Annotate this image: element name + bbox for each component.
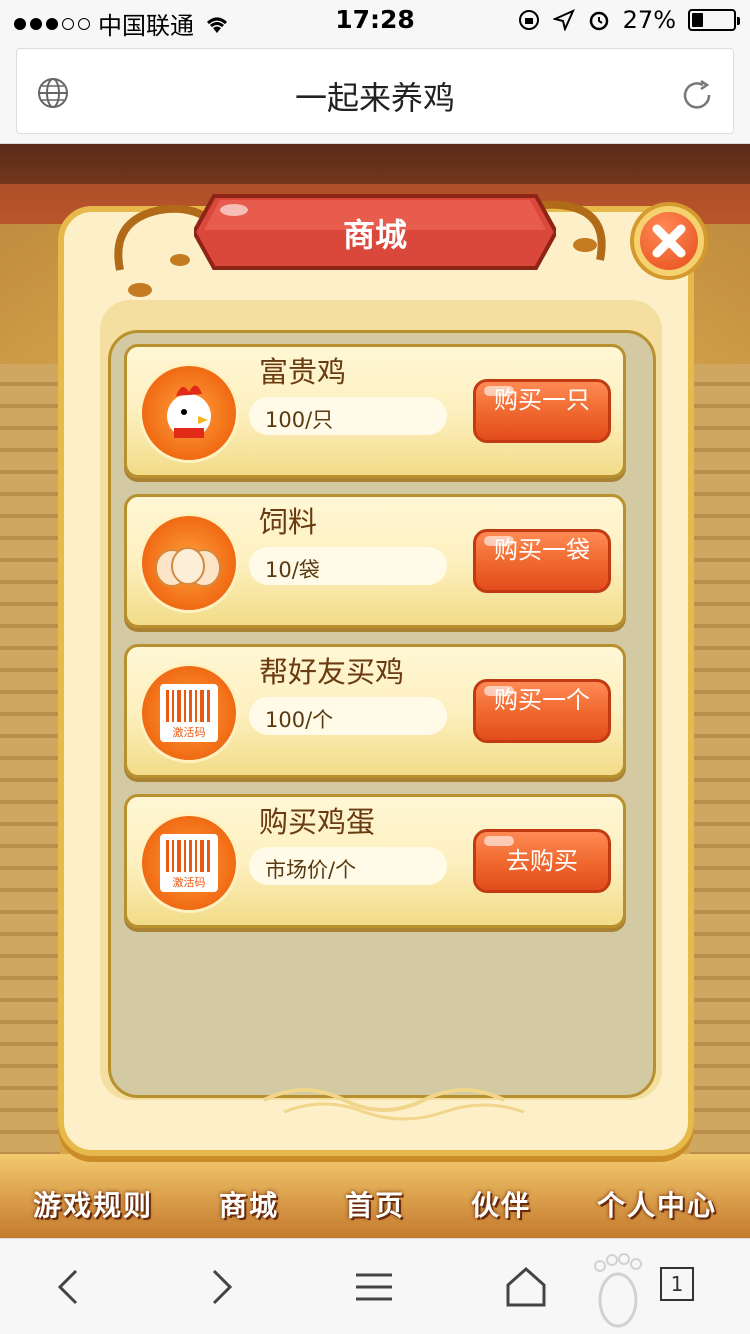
battery-icon <box>688 9 740 31</box>
modal-title: 商城 <box>342 216 407 254</box>
close-button[interactable] <box>630 202 708 280</box>
nav-profile[interactable]: 个人中心 <box>597 1184 717 1224</box>
close-icon <box>652 224 686 258</box>
buy-button[interactable]: 购买一只 <box>473 379 611 443</box>
alarm-icon <box>589 11 608 31</box>
reload-icon[interactable] <box>679 77 715 113</box>
nav-partners[interactable]: 伙伴 <box>471 1184 531 1224</box>
item-name: 富贵鸡 <box>259 355 347 389</box>
game-nav: 游戏规则 商城 首页 伙伴 个人中心 <box>0 1184 750 1224</box>
footprint-icon <box>594 1253 642 1328</box>
shop-item: 激活码 购买鸡蛋 市场价/个 去购买 <box>124 794 626 928</box>
svg-text:激活码: 激活码 <box>173 875 206 889</box>
rotation-lock-icon <box>518 10 539 30</box>
item-price: 10/袋 <box>249 547 447 585</box>
shop-item: 激活码 帮好友买鸡 100/个 购买一个 <box>124 644 626 778</box>
location-icon <box>552 9 575 31</box>
nav-home[interactable]: 首页 <box>345 1184 405 1224</box>
buy-button[interactable]: 购买一袋 <box>473 529 611 593</box>
eggs-icon <box>139 513 239 613</box>
buy-button[interactable]: 去购买 <box>473 829 611 893</box>
browser-header: 一起来养鸡 <box>0 40 750 144</box>
shop-item: 富贵鸡 100/只 购买一只 <box>124 344 626 478</box>
status-right: 27% <box>517 6 740 34</box>
nav-shop[interactable]: 商城 <box>219 1184 279 1224</box>
barcode-icon: 激活码 <box>139 663 239 763</box>
battery-label: 27% <box>622 6 676 34</box>
svg-text:激活码: 激活码 <box>173 725 206 739</box>
nav-rules[interactable]: 游戏规则 <box>33 1184 153 1224</box>
barcode-icon: 激活码 <box>139 813 239 913</box>
shop-items: 富贵鸡 100/只 购买一只 饲料 10/袋 购买一袋 激活码 帮好友买鸡 10… <box>124 344 626 944</box>
shop-item: 饲料 10/袋 购买一袋 <box>124 494 626 628</box>
item-name: 饲料 <box>259 505 318 539</box>
address-bar[interactable]: 一起来养鸡 <box>16 48 734 134</box>
item-price: 100/个 <box>249 697 447 735</box>
back-icon[interactable] <box>46 1263 94 1311</box>
item-name: 购买鸡蛋 <box>259 805 376 839</box>
page-title: 一起来养鸡 <box>294 79 455 117</box>
home-icon[interactable] <box>502 1263 550 1311</box>
forward-icon[interactable] <box>196 1263 244 1311</box>
menu-icon[interactable] <box>350 1263 398 1311</box>
item-price: 市场价/个 <box>249 847 447 885</box>
rooster-icon <box>139 363 239 463</box>
buy-button[interactable]: 购买一个 <box>473 679 611 743</box>
item-price: 100/只 <box>249 397 447 435</box>
item-name: 帮好友买鸡 <box>259 655 405 689</box>
tabs-button[interactable]: 1 <box>660 1267 694 1301</box>
status-bar: 中国联通 17:28 27% <box>0 0 750 40</box>
